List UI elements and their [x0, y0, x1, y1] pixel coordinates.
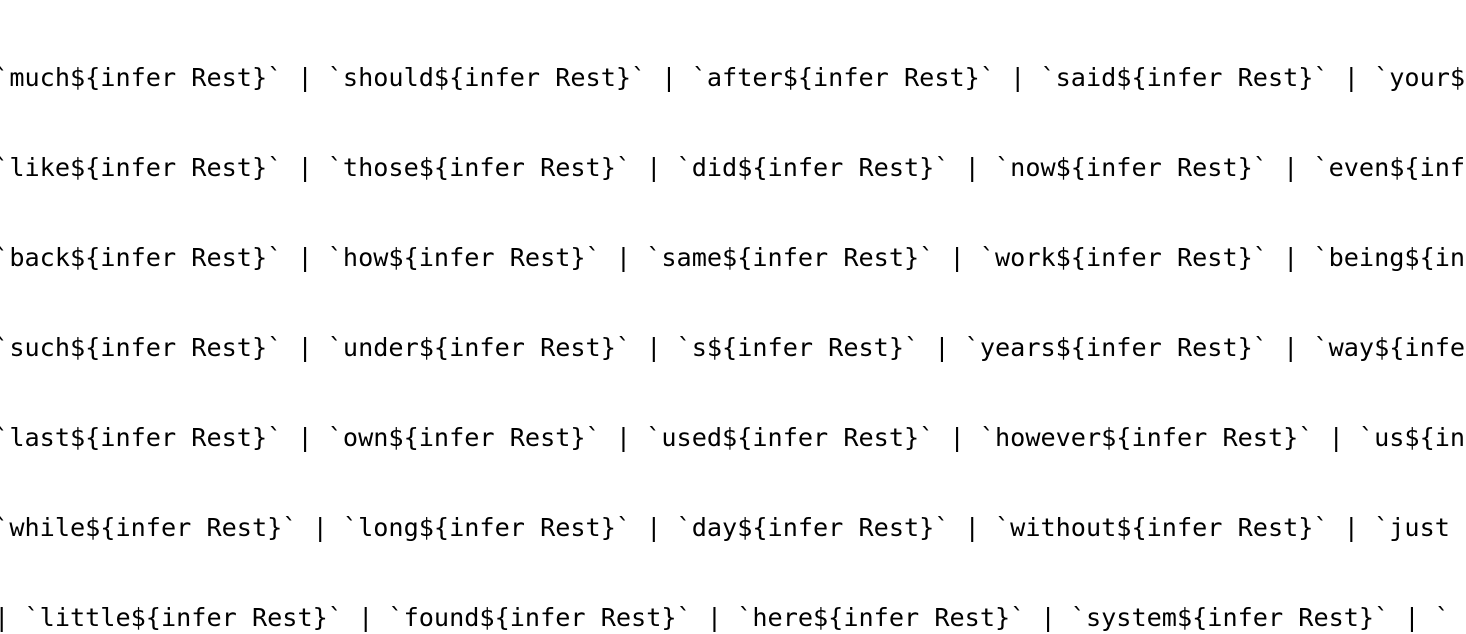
code-line: | `like${infer Rest}` | `those${infer Re…	[0, 153, 1466, 182]
code-line: | `last${infer Rest}` | `own${infer Rest…	[0, 423, 1466, 452]
code-line: | `while${infer Rest}` | `long${infer Re…	[0, 513, 1450, 542]
code-line: | `little${infer Rest}` | `found${infer …	[0, 603, 1450, 632]
code-line: | `much${infer Rest}` | `should${infer R…	[0, 63, 1466, 92]
code-line: | `such${infer Rest}` | `under${infer Re…	[0, 333, 1466, 362]
code-canvas: | `much${infer Rest}` | `should${infer R…	[0, 0, 1466, 634]
code-line: | `back${infer Rest}` | `how${infer Rest…	[0, 243, 1466, 272]
code-viewport[interactable]: | `much${infer Rest}` | `should${infer R…	[0, 0, 1466, 634]
